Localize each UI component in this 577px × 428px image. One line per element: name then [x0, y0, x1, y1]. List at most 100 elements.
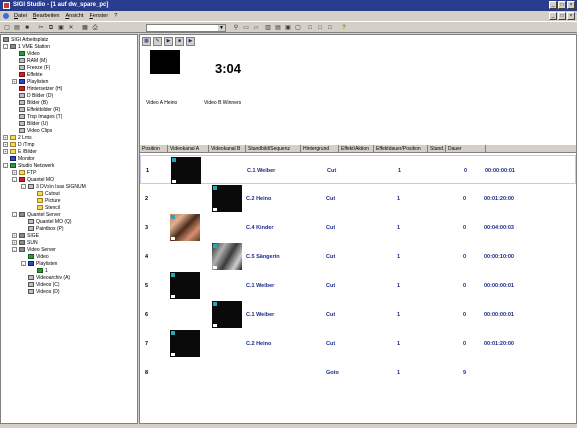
position-cell[interactable]: 8: [145, 370, 148, 376]
video-a-thumbnail[interactable]: [171, 157, 201, 184]
tree-item[interactable]: SIGI Arbeitsplatz: [3, 36, 48, 43]
tree-item[interactable]: Video: [19, 50, 40, 57]
video-b-thumbnail[interactable]: [212, 301, 242, 328]
still-sequence-cell[interactable]: C.5 Sängerin: [246, 254, 280, 260]
column-header[interactable]: Videokanal A: [168, 145, 209, 153]
table-row[interactable]: 5 C.1 Weiber Cut 1 0 00:00:00:01: [140, 271, 576, 300]
play-icon[interactable]: ▶: [164, 37, 173, 46]
position-cell[interactable]: 4: [145, 254, 148, 260]
print-icon[interactable]: ⎙: [91, 24, 99, 32]
video-a-thumbnail[interactable]: [170, 272, 200, 299]
collapse-icon[interactable]: -: [21, 184, 26, 189]
video-b-thumbnail[interactable]: [212, 243, 242, 270]
stand-cell[interactable]: 0: [463, 254, 466, 260]
tree-item[interactable]: - Quantel MO: [12, 176, 54, 183]
tree-item[interactable]: Videoarchiv (A): [28, 274, 70, 281]
stand-cell[interactable]: 0: [463, 341, 466, 347]
tree-item[interactable]: -1 VME Station: [3, 43, 50, 50]
expand-icon[interactable]: +: [12, 170, 17, 175]
tree-item[interactable]: Bilder (U): [19, 120, 48, 127]
location-combo[interactable]: ▼: [146, 24, 226, 32]
stand-cell[interactable]: 0: [463, 196, 466, 202]
mdi-minimize-button[interactable]: _: [549, 12, 557, 20]
column-header[interactable]: Position: [140, 145, 168, 153]
stand-cell[interactable]: 0: [463, 283, 466, 289]
view-list-icon[interactable]: ▥: [264, 24, 272, 32]
position-cell[interactable]: 5: [145, 283, 148, 289]
tree-item[interactable]: +2 Lms: [3, 134, 32, 141]
stop-icon[interactable]: ■: [175, 37, 184, 46]
effect-duration-cell[interactable]: 1: [397, 196, 400, 202]
mdi-close-button[interactable]: ×: [567, 12, 575, 20]
maximize-button[interactable]: □: [558, 1, 566, 9]
close-button[interactable]: ×: [567, 1, 575, 9]
video-a-thumbnail[interactable]: [170, 330, 200, 357]
column-header[interactable]: Dauer: [446, 145, 486, 153]
tree-item[interactable]: Cutout: [37, 190, 60, 197]
tree-item[interactable]: -3 DVs\n Isas SIGNUM: [21, 183, 86, 190]
position-cell[interactable]: 1: [146, 168, 149, 174]
tree-item[interactable]: Videos (D): [28, 288, 60, 295]
view-large-icon[interactable]: ▣: [284, 24, 292, 32]
tree-item[interactable]: - Video Server: [12, 246, 56, 253]
duration-cell[interactable]: 00:00:00:01: [484, 312, 514, 318]
effect-duration-cell[interactable]: 1: [397, 225, 400, 231]
position-cell[interactable]: 6: [145, 312, 148, 318]
table-row[interactable]: 7 C.2 Heino Cut 1 0 00:01:20:00: [140, 329, 576, 358]
mdi-restore-button[interactable]: □: [558, 12, 566, 20]
help-icon[interactable]: ?: [340, 24, 348, 32]
tree-item[interactable]: Paintbox (P): [28, 225, 64, 232]
window-2-icon[interactable]: □: [316, 24, 324, 32]
still-sequence-cell[interactable]: C.4 Kinder: [246, 225, 274, 231]
tree-item[interactable]: - Studio Netzwerk: [3, 162, 54, 169]
effect-action-cell[interactable]: Cut: [326, 254, 335, 260]
chevron-down-icon[interactable]: ▼: [218, 25, 225, 31]
column-header[interactable]: Effekt/Aktion: [339, 145, 374, 153]
collapse-icon[interactable]: -: [3, 163, 8, 168]
document-icon[interactable]: [3, 13, 9, 19]
column-header[interactable]: Videokanal B: [209, 145, 246, 153]
tree-item[interactable]: Quantel MO (Q): [28, 218, 72, 225]
effect-duration-cell[interactable]: 1: [397, 341, 400, 347]
tree-item[interactable]: Stencil: [37, 204, 60, 211]
stand-cell[interactable]: 0: [463, 312, 466, 318]
collapse-icon[interactable]: -: [12, 177, 17, 182]
expand-icon[interactable]: +: [12, 233, 17, 238]
tree-item[interactable]: Trsp Images (T): [19, 113, 62, 120]
next-icon[interactable]: ▶: [186, 37, 195, 46]
table-row[interactable]: 6 C.1 Weiber Cut 1 0 00:00:00:01: [140, 300, 576, 329]
tree-item[interactable]: D Bilder (D): [19, 92, 53, 99]
effect-duration-cell[interactable]: 1: [397, 254, 400, 260]
position-cell[interactable]: 7: [145, 341, 148, 347]
effect-action-cell[interactable]: Cut: [326, 283, 335, 289]
expand-icon[interactable]: +: [3, 149, 8, 154]
explorer-tree[interactable]: SIGI Arbeitsplatz -1 VME Station Video R…: [0, 34, 138, 424]
expand-icon[interactable]: +: [12, 240, 17, 245]
collapse-icon[interactable]: -: [12, 212, 17, 217]
table-row[interactable]: 8 Goto 1 9: [140, 358, 576, 387]
tree-item[interactable]: - Quantel Server: [12, 211, 61, 218]
save-icon[interactable]: ■: [23, 24, 31, 32]
edit-icon[interactable]: ✎: [153, 37, 162, 46]
tree-item[interactable]: + FTP: [12, 169, 36, 176]
duration-cell[interactable]: 00:00:00:01: [484, 283, 514, 289]
still-sequence-cell[interactable]: C.2 Heino: [246, 341, 271, 347]
duration-cell[interactable]: 00:01:20:00: [484, 196, 514, 202]
effect-action-cell[interactable]: Cut: [326, 312, 335, 318]
tree-item[interactable]: Freeze (F): [19, 64, 50, 71]
video-b-thumbnail[interactable]: [212, 185, 242, 212]
still-sequence-cell[interactable]: C.1 Weiber: [246, 283, 274, 289]
table-row[interactable]: 3 C.4 Kinder Cut 1 0 00:04:00:03: [140, 213, 576, 242]
column-header[interactable]: Stand...: [428, 145, 446, 153]
still-sequence-cell[interactable]: C.1 Weiber: [246, 312, 274, 318]
position-cell[interactable]: 3: [145, 225, 148, 231]
tree-item[interactable]: RAM (M): [19, 57, 47, 64]
tree-item[interactable]: - Playlisten: [21, 260, 57, 267]
effect-action-cell[interactable]: Goto: [326, 370, 339, 376]
menu-ansicht[interactable]: Ansicht: [65, 13, 83, 19]
still-sequence-cell[interactable]: C.1 Weiber: [247, 168, 275, 174]
tree-item[interactable]: + SUN: [12, 239, 38, 246]
effect-duration-cell[interactable]: 1: [397, 283, 400, 289]
collapse-icon[interactable]: -: [21, 261, 26, 266]
tree-item[interactable]: + E /Bilder: [3, 148, 37, 155]
